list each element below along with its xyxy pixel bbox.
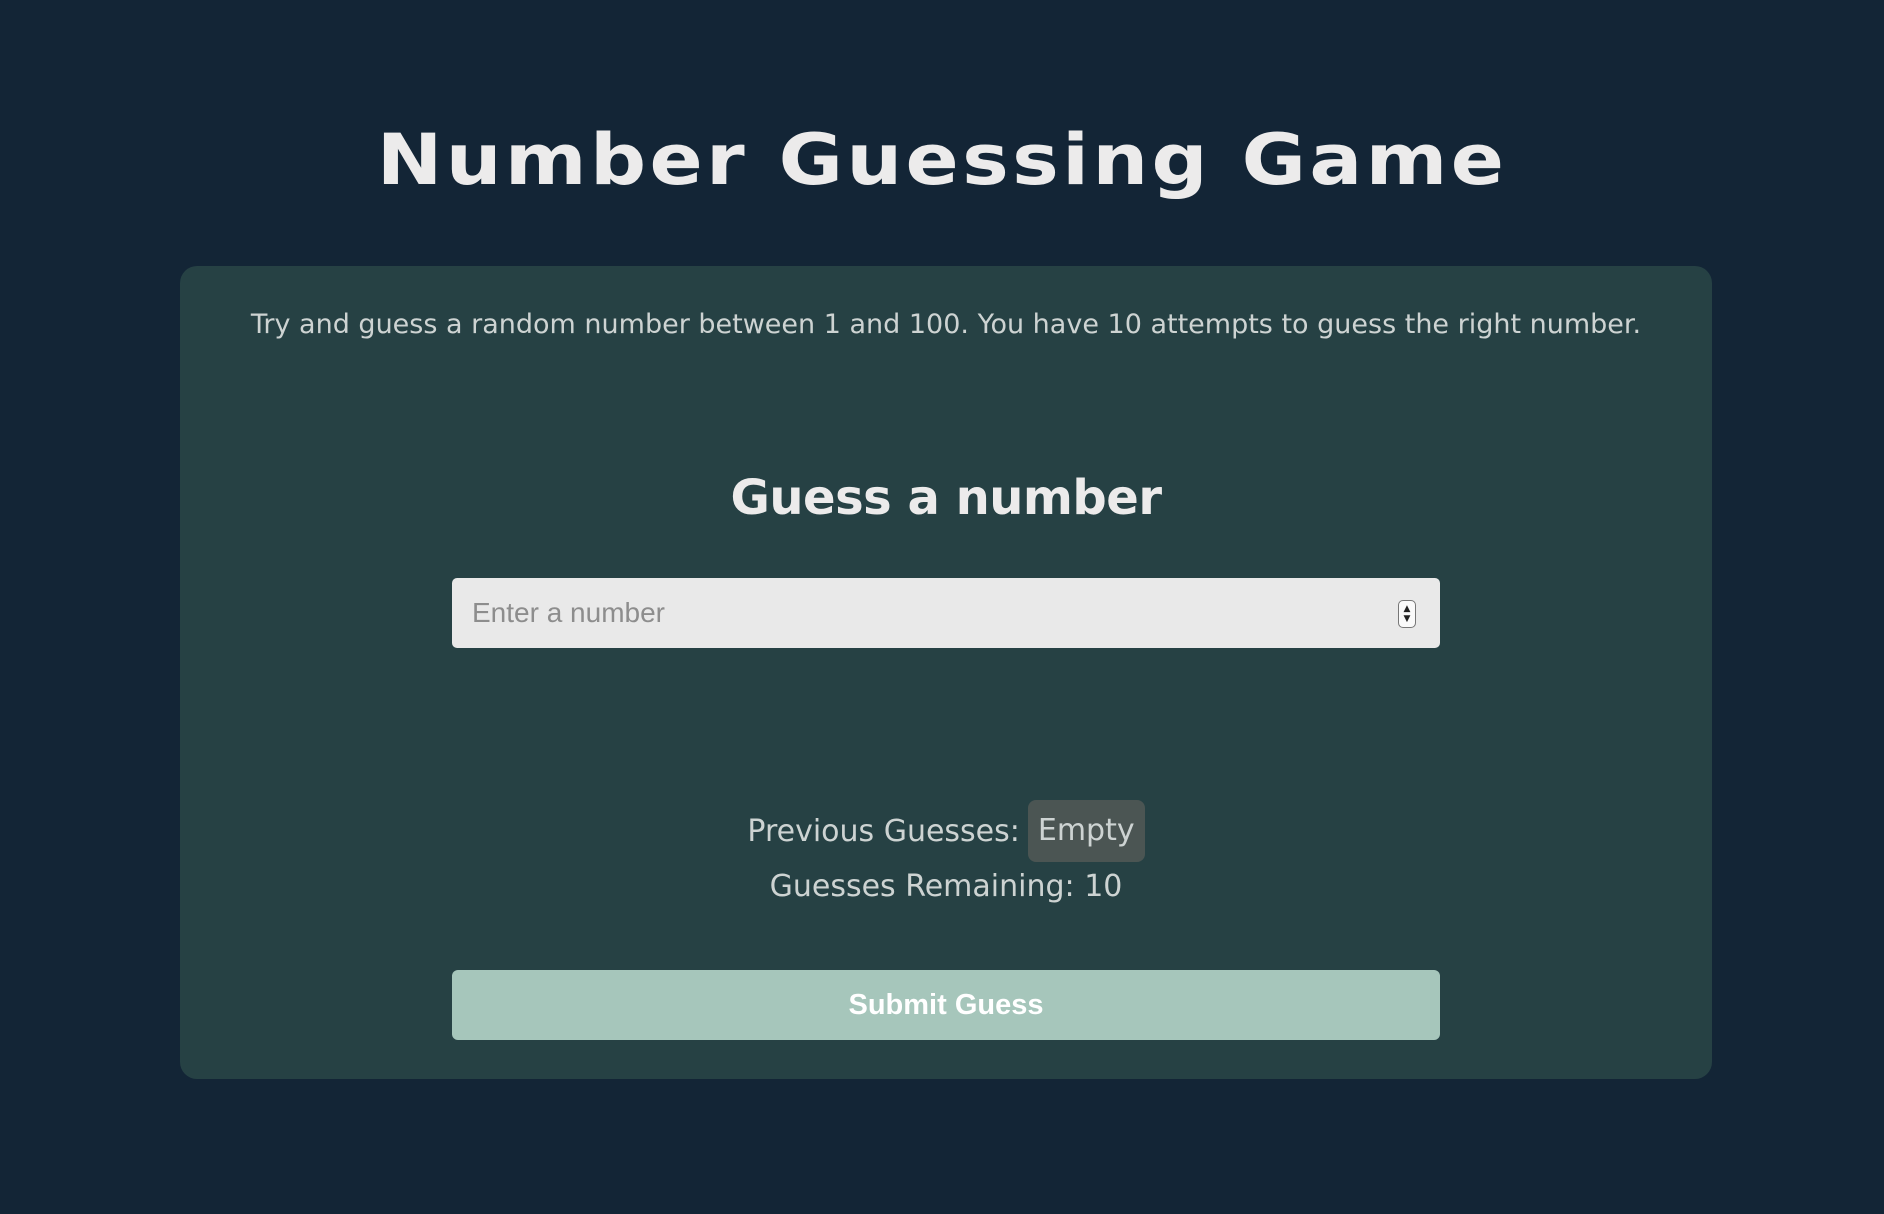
guesses-remaining: Guesses Remaining: 10 [180, 866, 1712, 908]
game-card: Try and guess a random number between 1 … [180, 266, 1712, 1079]
guess-heading: Guess a number [730, 470, 1162, 526]
stepper-up-icon[interactable]: ▲ [1404, 604, 1411, 614]
guesses-remaining-value: 10 [1084, 869, 1123, 904]
page-title: Number Guessing Game [376, 119, 1508, 201]
guess-input[interactable] [452, 578, 1392, 648]
guess-input-container: ▲ ▼ [452, 578, 1440, 648]
guesses-remaining-label: Guesses Remaining: [769, 869, 1075, 904]
previous-guesses-label: Previous Guesses: [747, 813, 1020, 849]
game-instructions: Try and guess a random number between 1 … [250, 309, 1642, 340]
number-stepper-icon[interactable]: ▲ ▼ [1398, 600, 1416, 628]
stepper-down-icon[interactable]: ▼ [1404, 614, 1411, 624]
previous-guesses-value: Empty [1027, 800, 1145, 862]
previous-guesses: Previous Guesses: Empty [180, 800, 1712, 862]
submit-guess-button[interactable]: Submit Guess [452, 970, 1440, 1040]
